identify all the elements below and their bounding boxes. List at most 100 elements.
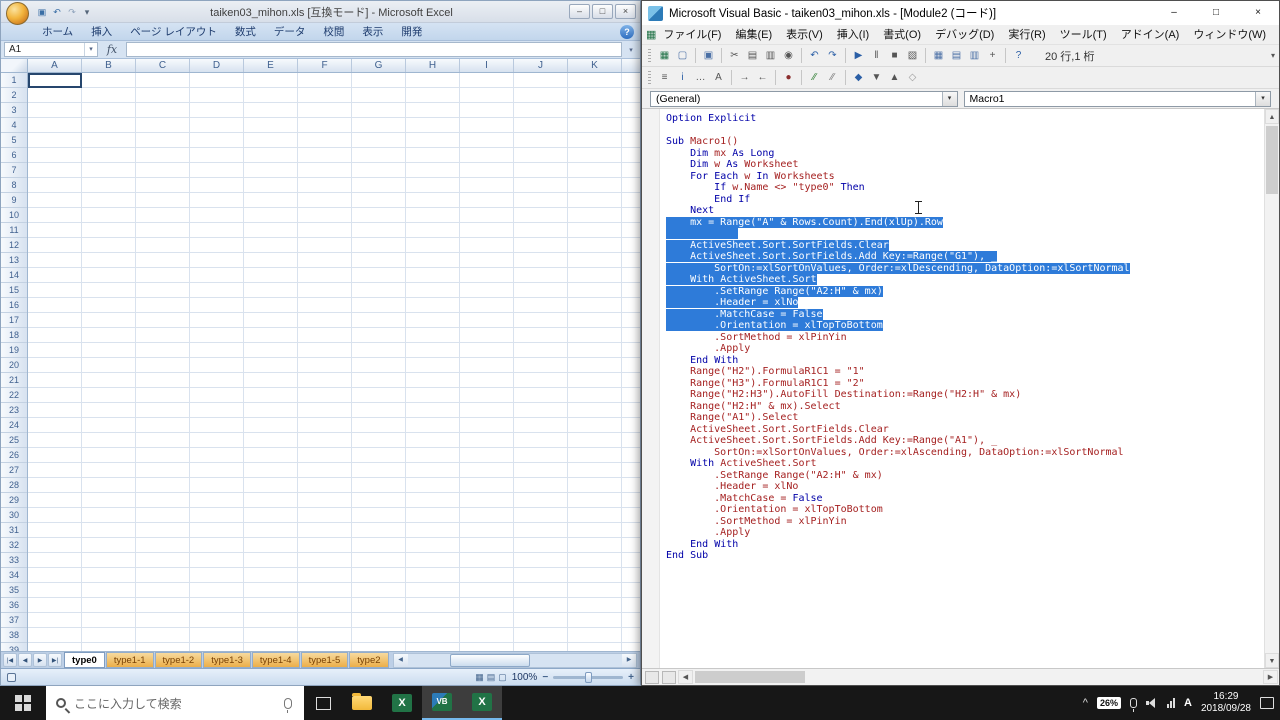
insert-function-button[interactable]: fx [101, 43, 123, 56]
column-header-k[interactable]: K [568, 59, 622, 72]
taskbar-excel-icon[interactable]: X [382, 686, 422, 720]
copy-icon[interactable]: ▤ [744, 47, 761, 64]
run-icon[interactable]: ▶ [850, 47, 867, 64]
menu-addins[interactable]: アドイン(A) [1114, 25, 1187, 45]
scroll-left-icon[interactable]: ◀ [678, 670, 693, 684]
menu-tools[interactable]: ツール(T) [1053, 25, 1114, 45]
row-header-32[interactable]: 32 [1, 538, 27, 553]
save-icon[interactable]: ▣ [700, 47, 717, 64]
row-header-26[interactable]: 26 [1, 448, 27, 463]
help-icon[interactable]: ? [620, 25, 634, 39]
code-line[interactable]: .Orientation = xlTopToBottom [666, 320, 1264, 332]
code-line[interactable]: End If [666, 194, 1264, 206]
toolbar-options-icon[interactable]: ▾ [1271, 51, 1275, 60]
object-dropdown[interactable]: (General) ▾ [650, 91, 958, 107]
toggle-breakpoint-icon[interactable]: ● [780, 69, 797, 86]
zoom-slider[interactable] [553, 676, 623, 679]
scrollbar-thumb[interactable] [1266, 126, 1278, 194]
undo-icon[interactable]: ↶ [50, 5, 64, 19]
code-line[interactable]: .SortMethod = xlPinYin [666, 332, 1264, 344]
indent-icon[interactable]: → [736, 69, 753, 86]
code-line[interactable]: .Apply [666, 527, 1264, 539]
previous-bookmark-icon[interactable]: ▲ [886, 69, 903, 86]
row-header-13[interactable]: 13 [1, 253, 27, 268]
redo-icon[interactable]: ↷ [824, 47, 841, 64]
toggle-bookmark-icon[interactable]: ◆ [850, 69, 867, 86]
next-bookmark-icon[interactable]: ▼ [868, 69, 885, 86]
row-header-29[interactable]: 29 [1, 493, 27, 508]
find-icon[interactable]: ◉ [780, 47, 797, 64]
hidden-icons-chevron-icon[interactable]: ^ [1083, 697, 1088, 709]
sheet-horizontal-scrollbar[interactable]: ◀ ▶ [393, 653, 637, 668]
row-header-37[interactable]: 37 [1, 613, 27, 628]
network-icon[interactable] [1167, 698, 1175, 708]
name-box-dropdown-icon[interactable]: ▾ [84, 43, 97, 56]
undo-icon[interactable]: ↶ [806, 47, 823, 64]
row-header-34[interactable]: 34 [1, 568, 27, 583]
menu-debug[interactable]: デバッグ(D) [928, 25, 1001, 45]
scroll-right-icon[interactable]: ▶ [1263, 670, 1278, 684]
row-header-39[interactable]: 39 [1, 643, 27, 651]
menu-view[interactable]: 表示(V) [779, 25, 830, 45]
chevron-down-icon[interactable]: ▾ [942, 92, 957, 106]
object-browser-icon[interactable]: ▥ [966, 47, 983, 64]
code-line[interactable]: ActiveSheet.Sort.SortFields.Add Key:=Ran… [666, 251, 1264, 263]
outdent-icon[interactable]: ← [754, 69, 771, 86]
microphone-icon[interactable] [284, 698, 292, 709]
code-line[interactable]: .MatchCase = False [666, 493, 1264, 505]
column-header-g[interactable]: G [352, 59, 406, 72]
clear-bookmarks-icon[interactable]: ◇ [904, 69, 921, 86]
row-header-22[interactable]: 22 [1, 388, 27, 403]
page-break-view-icon[interactable]: ▢ [498, 672, 507, 683]
row-header-17[interactable]: 17 [1, 313, 27, 328]
code-line[interactable]: ActiveSheet.Sort.SortFields.Clear [666, 424, 1264, 436]
close-icon[interactable]: × [1237, 1, 1279, 25]
ime-mode-indicator[interactable]: A [1184, 697, 1192, 709]
column-header-f[interactable]: F [298, 59, 352, 72]
uncomment-block-icon[interactable]: ∕∕ [824, 69, 841, 86]
ribbon-tab-page-layout[interactable]: ページ レイアウト [121, 23, 226, 41]
sheet-tab-type1-2[interactable]: type1-2 [155, 652, 203, 668]
redo-icon[interactable]: ↷ [65, 5, 79, 19]
scroll-left-icon[interactable]: ◀ [394, 654, 408, 667]
minimize-icon[interactable]: – [569, 4, 590, 19]
row-header-11[interactable]: 11 [1, 223, 27, 238]
row-header-9[interactable]: 9 [1, 193, 27, 208]
row-header-14[interactable]: 14 [1, 268, 27, 283]
row-header-28[interactable]: 28 [1, 478, 27, 493]
row-header-35[interactable]: 35 [1, 583, 27, 598]
row-header-1[interactable]: 1 [1, 73, 27, 88]
row-header-36[interactable]: 36 [1, 598, 27, 613]
code-line[interactable]: Next [666, 205, 1264, 217]
row-header-4[interactable]: 4 [1, 118, 27, 133]
scroll-down-icon[interactable]: ▼ [1265, 653, 1279, 668]
zoom-in-icon[interactable]: + [628, 672, 634, 683]
action-center-icon[interactable] [1260, 697, 1274, 709]
column-header-a[interactable]: A [28, 59, 82, 72]
code-line[interactable]: Range("H2").FormulaR1C1 = "1" [666, 366, 1264, 378]
column-header-d[interactable]: D [190, 59, 244, 72]
row-header-10[interactable]: 10 [1, 208, 27, 223]
taskbar-clock[interactable]: 16:29 2018/09/28 [1201, 691, 1251, 715]
taskbar-excel-file-icon[interactable]: X [462, 686, 502, 720]
ribbon-tab-home[interactable]: ホーム [33, 23, 82, 41]
code-line[interactable]: .SetRange Range("A2:H" & mx) [666, 470, 1264, 482]
task-view-button[interactable] [304, 686, 342, 720]
code-line[interactable] [666, 125, 1264, 137]
menu-window[interactable]: ウィンドウ(W) [1186, 25, 1273, 45]
ribbon-tab-formulas[interactable]: 数式 [226, 23, 265, 41]
sheet-tab-type1-5[interactable]: type1-5 [301, 652, 349, 668]
column-header-i[interactable]: I [460, 59, 514, 72]
code-line[interactable]: .MatchCase = False [666, 309, 1264, 321]
start-button[interactable] [0, 686, 46, 720]
code-line[interactable]: .Header = xlNo [666, 481, 1264, 493]
code-line[interactable]: End With [666, 539, 1264, 551]
break-icon[interactable]: ‖ [868, 47, 885, 64]
sheet-tab-type1-4[interactable]: type1-4 [252, 652, 300, 668]
procedure-view-button[interactable] [645, 671, 659, 684]
row-header-16[interactable]: 16 [1, 298, 27, 313]
close-icon[interactable]: × [615, 4, 636, 19]
toolbox-icon[interactable]: + [984, 47, 1001, 64]
code-line[interactable]: .Apply [666, 343, 1264, 355]
taskbar-explorer-icon[interactable] [342, 686, 382, 720]
